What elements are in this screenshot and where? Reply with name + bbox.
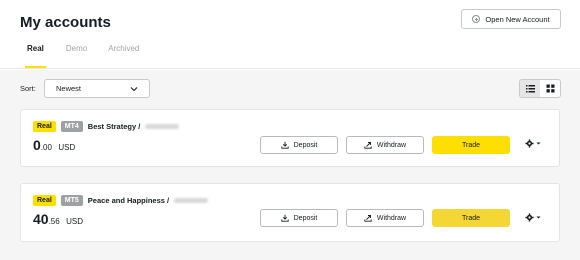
account-tabs: Real Demo Archived [20, 40, 139, 68]
account-name: Peace and Happiness / [87, 196, 170, 205]
plus-circle-icon [472, 15, 481, 23]
deposit-label: Deposit [293, 214, 318, 222]
upload-arrow-icon [364, 215, 372, 222]
download-icon [280, 214, 289, 222]
account-settings-menu[interactable] [525, 213, 541, 222]
list-view-button[interactable] [520, 80, 540, 97]
account-number-redacted [174, 198, 209, 203]
account-name: Best Strategy / [87, 122, 141, 131]
balance-currency: USD [58, 143, 76, 152]
withdraw-button[interactable]: Withdraw [346, 136, 424, 154]
balance-integer: 0 [33, 137, 41, 153]
tabs-divider [0, 68, 580, 69]
withdraw-button[interactable]: Withdraw [346, 209, 424, 227]
account-balance: 0.00 USD [33, 137, 75, 155]
account-number-redacted [145, 124, 180, 129]
withdraw-label: Withdraw [376, 214, 407, 222]
view-toggle [519, 79, 561, 98]
account-card: Real MT4 Best Strategy / 0.00 USD Deposi… [20, 109, 560, 167]
chevron-down-icon [130, 87, 138, 92]
upload-arrow-icon [364, 142, 372, 149]
tab-archived[interactable]: Archived [108, 40, 139, 68]
balance-integer: 40 [33, 211, 49, 227]
tab-real[interactable]: Real [25, 40, 46, 68]
download-icon [280, 141, 289, 149]
trade-button[interactable]: Trade [432, 136, 510, 154]
grid-view-button[interactable] [540, 80, 560, 97]
page-title: My accounts [20, 14, 111, 31]
account-header: Real MT4 Best Strategy / [33, 121, 180, 132]
sort-select[interactable]: Newest [44, 79, 150, 98]
list-view-icon [525, 85, 535, 93]
balance-currency: USD [66, 217, 84, 226]
grid-view-icon [546, 84, 554, 93]
trade-button[interactable]: Trade [432, 209, 510, 227]
tab-demo[interactable]: Demo [66, 40, 87, 68]
account-type-badge: Real [33, 195, 56, 206]
balance-decimal: .00 [40, 143, 52, 152]
account-settings-menu[interactable] [525, 139, 541, 148]
caret-down-icon [536, 216, 541, 219]
deposit-button[interactable]: Deposit [260, 209, 338, 227]
withdraw-label: Withdraw [376, 141, 407, 149]
sort-selected-value: Newest [56, 84, 82, 93]
caret-down-icon [536, 142, 541, 145]
gear-icon [525, 139, 534, 148]
platform-badge: MT4 [60, 121, 83, 132]
open-new-account-label: Open New Account [485, 14, 550, 24]
balance-decimal: .56 [48, 217, 60, 226]
deposit-label: Deposit [293, 141, 318, 149]
sort-label: Sort: [20, 84, 36, 93]
account-card: Real MT5 Peace and Happiness / 40.56 USD… [20, 183, 560, 242]
account-type-badge: Real [33, 121, 56, 132]
account-balance: 40.56 USD [33, 211, 83, 229]
platform-badge: MT5 [60, 195, 83, 206]
deposit-button[interactable]: Deposit [260, 136, 338, 154]
open-new-account-button[interactable]: Open New Account [461, 9, 561, 29]
gear-icon [525, 213, 534, 222]
account-header: Real MT5 Peace and Happiness / [33, 195, 209, 206]
header-area: My accounts Open New Account Real Demo A… [0, 0, 580, 70]
